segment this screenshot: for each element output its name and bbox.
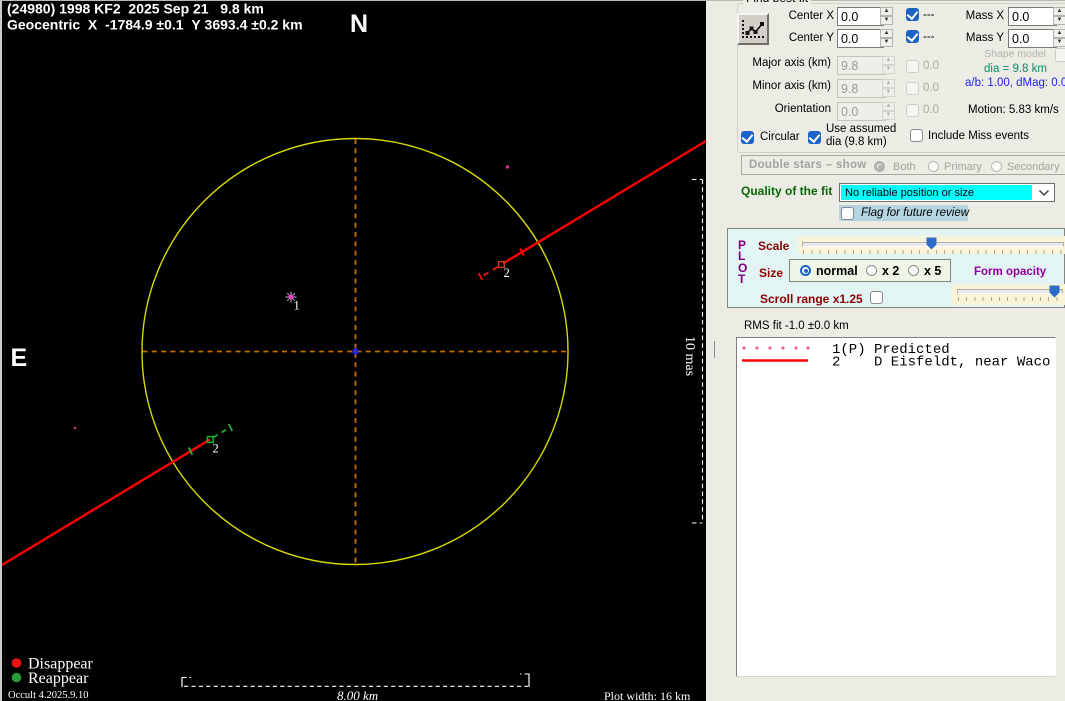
svg-text:Geocentric X -1784.9 ±0.1 Y: Geocentric X -1784.9 ±0.1 Y 3693.4 ±0.2 … bbox=[7, 17, 303, 33]
svg-text:2 D Eisfeldt, near Waco: 2 D Eisfeldt, near Waco bbox=[832, 355, 1050, 371]
svg-text:(24980) 1998 KF2 2025 Sep 21: (24980) 1998 KF2 2025 Sep 21 9.8 km bbox=[7, 1, 264, 17]
svg-text:Occult 4.2025.9.10: Occult 4.2025.9.10 bbox=[8, 690, 89, 701]
svg-text:E: E bbox=[11, 344, 28, 372]
svg-text:2: 2 bbox=[213, 442, 219, 456]
svg-text:Reappear: Reappear bbox=[28, 670, 89, 687]
svg-text:1: 1 bbox=[294, 299, 300, 313]
svg-text:2: 2 bbox=[504, 266, 510, 280]
svg-text:10 mas: 10 mas bbox=[682, 336, 697, 376]
svg-text:Plot width: 16 km: Plot width: 16 km bbox=[604, 689, 691, 701]
svg-text:N: N bbox=[350, 10, 368, 38]
svg-text:8.00 km: 8.00 km bbox=[337, 688, 378, 701]
